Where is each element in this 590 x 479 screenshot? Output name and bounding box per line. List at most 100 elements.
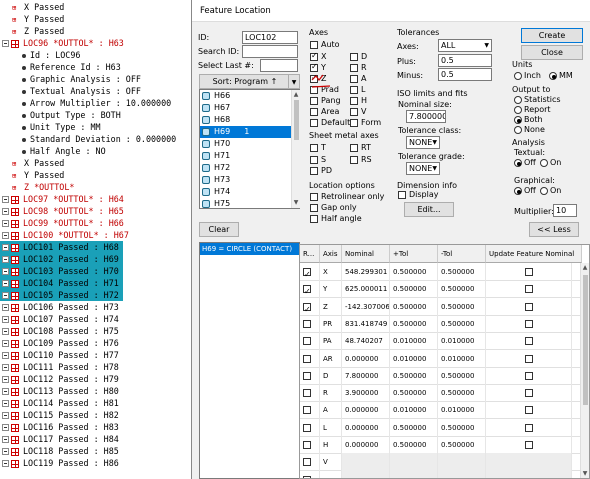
row-checkbox[interactable] bbox=[303, 441, 311, 449]
tree-row[interactable]: Textual Analysis : OFF bbox=[0, 85, 190, 97]
checkbox-rs[interactable]: RS bbox=[350, 155, 372, 164]
cell-nominal[interactable]: 831.418749 bbox=[342, 314, 390, 333]
tree-location-row[interactable]: LOC107 Passed : H74 bbox=[0, 313, 190, 325]
cell-axis[interactable]: A bbox=[320, 401, 342, 420]
expand-icon[interactable] bbox=[2, 208, 9, 215]
cell-plus[interactable]: 0.500000 bbox=[390, 297, 438, 316]
checkbox-box[interactable] bbox=[350, 63, 358, 72]
checkbox-s[interactable]: S bbox=[310, 155, 326, 164]
row-checkbox-cell[interactable] bbox=[300, 263, 320, 281]
feature-list-item[interactable]: H75 bbox=[200, 198, 299, 208]
expand-icon[interactable] bbox=[2, 412, 9, 419]
cell-plus[interactable]: 0.500000 bbox=[390, 280, 438, 299]
cell-axis[interactable]: V bbox=[320, 453, 342, 472]
tree-location-row[interactable]: LOC119 Passed : H86 bbox=[0, 457, 190, 469]
cell-plus[interactable]: 0.500000 bbox=[390, 436, 438, 454]
create-button[interactable]: Create bbox=[521, 28, 583, 43]
column-header[interactable]: Update Feature Nominal bbox=[486, 245, 582, 263]
cell-axis[interactable]: H bbox=[320, 436, 342, 454]
row-checkbox-cell[interactable] bbox=[300, 418, 320, 437]
checkbox-half-angle[interactable]: Half angle bbox=[310, 214, 362, 223]
row-checkbox-cell[interactable] bbox=[300, 470, 320, 478]
update-nominal-checkbox[interactable] bbox=[524, 319, 533, 328]
tree-location-row[interactable]: LOC117 Passed : H84 bbox=[0, 433, 190, 445]
radio-graphical-on[interactable] bbox=[540, 186, 548, 195]
update-nominal-cell[interactable] bbox=[486, 349, 572, 368]
cell-nominal[interactable]: 0.000000 bbox=[342, 418, 390, 437]
expand-icon[interactable] bbox=[2, 364, 9, 371]
checkbox-pang[interactable]: Pang bbox=[310, 96, 341, 105]
radio-button[interactable] bbox=[514, 125, 522, 134]
tree-location-row[interactable]: LOC108 Passed : H75 bbox=[0, 325, 190, 337]
update-nominal-checkbox[interactable] bbox=[524, 389, 533, 398]
checkbox-d[interactable]: D bbox=[350, 52, 367, 61]
cell-axis[interactable]: R bbox=[320, 384, 342, 403]
scroll-thumb[interactable] bbox=[294, 100, 299, 140]
scroll-up-icon[interactable]: ▲ bbox=[581, 263, 589, 273]
tree-row[interactable]: Arrow Multiplier : 10.000000 bbox=[0, 97, 190, 109]
checkbox-retrolinear-only[interactable]: Retrolinear only bbox=[310, 192, 384, 201]
cell-axis[interactable]: Z bbox=[320, 297, 342, 316]
cell-axis[interactable]: X bbox=[320, 263, 342, 281]
id-field[interactable]: LOC102 bbox=[242, 31, 298, 44]
checkbox-a[interactable]: A bbox=[350, 74, 366, 83]
radio-mm[interactable] bbox=[549, 71, 557, 80]
expand-icon[interactable] bbox=[2, 388, 9, 395]
row-checkbox[interactable] bbox=[303, 266, 311, 281]
cell-plus[interactable]: 0.500000 bbox=[390, 384, 438, 403]
cell-nominal[interactable]: 0.000000 bbox=[342, 401, 390, 420]
checkbox-r[interactable]: R bbox=[350, 63, 367, 72]
checkbox-box[interactable] bbox=[350, 107, 358, 116]
feature-list-item[interactable]: H66 bbox=[200, 90, 299, 102]
table-row[interactable]: D 7.800000 0.500000 0.500000 bbox=[300, 366, 589, 385]
row-checkbox[interactable] bbox=[303, 389, 311, 398]
cell-plus[interactable]: 0.010000 bbox=[390, 332, 438, 351]
cell-minus[interactable]: 0.010000 bbox=[438, 401, 486, 420]
update-nominal-checkbox[interactable] bbox=[524, 423, 533, 432]
tree-location-row[interactable]: LOC96 *OUTTOL* : H63 bbox=[0, 37, 190, 49]
units-mm-radio[interactable]: MM bbox=[549, 71, 573, 80]
tree-location-row[interactable]: LOC106 Passed : H73 bbox=[0, 301, 190, 313]
update-nominal-checkbox[interactable] bbox=[524, 354, 533, 363]
cell-nominal[interactable]: 0.000000 bbox=[342, 349, 390, 368]
tree-location-row[interactable]: LOC113 Passed : H80 bbox=[0, 385, 190, 397]
checkbox-form[interactable]: Form bbox=[350, 118, 381, 127]
cell-minus[interactable] bbox=[438, 453, 486, 472]
tol-class-select[interactable]: NONE ▼ bbox=[406, 136, 440, 149]
tree-row[interactable]: ⊞ Z *OUTTOL* bbox=[0, 181, 190, 193]
output-report-radio[interactable]: Report bbox=[514, 105, 551, 114]
update-nominal-cell[interactable] bbox=[486, 401, 572, 420]
checkbox-box[interactable] bbox=[350, 74, 358, 83]
checkbox-box[interactable] bbox=[310, 166, 318, 175]
cell-nominal[interactable]: 548.299301 bbox=[342, 263, 390, 281]
feature-summary-list[interactable]: H69 = CIRCLE (CONTACT) bbox=[199, 242, 300, 479]
update-nominal-checkbox[interactable] bbox=[524, 371, 533, 380]
tree-location-row[interactable]: LOC101 Passed : H68 bbox=[0, 241, 123, 253]
cell-minus[interactable] bbox=[438, 470, 486, 478]
search-id-field[interactable] bbox=[242, 45, 298, 58]
tree-row[interactable]: Unit Type : MM bbox=[0, 121, 190, 133]
expand-icon[interactable] bbox=[2, 268, 9, 275]
expand-icon[interactable] bbox=[2, 304, 9, 311]
cell-axis[interactable]: D bbox=[320, 366, 342, 385]
cell-plus[interactable]: 0.500000 bbox=[390, 418, 438, 437]
cell-nominal[interactable]: 7.800000 bbox=[342, 366, 390, 385]
checkbox-box[interactable] bbox=[350, 96, 358, 105]
checkbox-box[interactable] bbox=[310, 40, 318, 49]
column-header[interactable]: Nominal bbox=[342, 245, 390, 263]
row-checkbox-cell[interactable] bbox=[300, 436, 320, 454]
tree-location-row[interactable]: LOC110 Passed : H77 bbox=[0, 349, 190, 361]
textual-on-radio[interactable]: On bbox=[540, 158, 561, 167]
checkbox-box[interactable] bbox=[310, 155, 318, 164]
less-button[interactable]: << Less bbox=[529, 222, 579, 237]
table-row[interactable]: PA 48.740207 0.010000 0.010000 bbox=[300, 332, 589, 351]
feature-list-item[interactable]: H73 bbox=[200, 174, 299, 186]
graphical-on-radio[interactable]: On bbox=[540, 186, 561, 195]
summary-item[interactable]: H69 = CIRCLE (CONTACT) bbox=[200, 243, 299, 255]
row-checkbox-cell[interactable] bbox=[300, 401, 320, 420]
cell-minus[interactable]: 0.500000 bbox=[438, 280, 486, 299]
tree-location-row[interactable]: LOC109 Passed : H76 bbox=[0, 337, 190, 349]
update-nominal-checkbox[interactable] bbox=[524, 302, 533, 311]
clear-button[interactable]: Clear bbox=[199, 222, 239, 237]
output-statistics-radio[interactable]: Statistics bbox=[514, 95, 561, 104]
